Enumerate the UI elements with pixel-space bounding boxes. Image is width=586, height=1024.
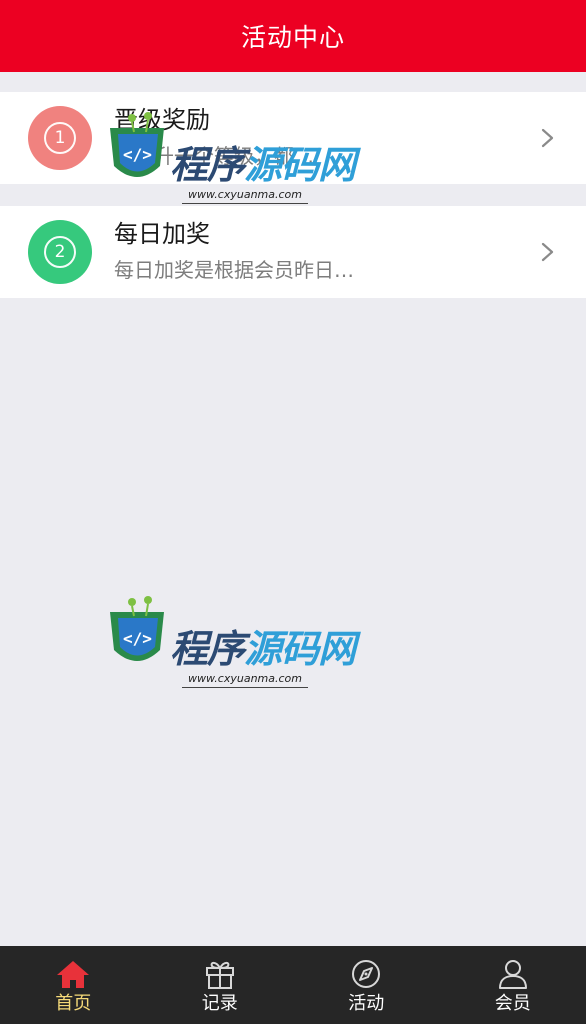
- activity-title: 晋级奖励: [114, 106, 210, 134]
- badge-number: 1: [44, 122, 76, 154]
- watermark: </> 程序源码网 www.cxyuanma.com: [104, 592, 356, 712]
- activity-description: 每晋升一个等级，都…: [114, 144, 314, 168]
- tab-records[interactable]: 记录: [147, 946, 294, 1024]
- tab-label: 记录: [201, 993, 238, 1014]
- home-icon: [57, 961, 90, 988]
- watermark-text: 程序源码网: [170, 627, 356, 671]
- tab-label: 会员: [494, 993, 531, 1014]
- bottom-tab-bar: 首页 记录 活动 会员: [0, 946, 586, 1024]
- page-title: 活动中心: [240, 23, 345, 52]
- watermark-url: www.cxyuanma.com: [182, 672, 308, 688]
- chevron-right-icon: [541, 242, 554, 262]
- tab-label: 首页: [55, 993, 92, 1014]
- number-badge-1: 1: [28, 106, 92, 170]
- badge-number: 2: [44, 236, 76, 268]
- app-header: 活动中心: [0, 0, 586, 72]
- compass-icon: [352, 960, 381, 988]
- activity-text: 晋级奖励 每晋升一个等级，都…: [114, 104, 514, 170]
- user-icon: [498, 960, 527, 989]
- tab-label: 活动: [348, 993, 385, 1014]
- watermark-logo-icon: </>: [110, 596, 164, 661]
- activity-item-daily-bonus[interactable]: 2 每日加奖 每日加奖是根据会员昨日…: [0, 206, 586, 298]
- activity-description: 每日加奖是根据会员昨日…: [114, 258, 354, 282]
- activity-text: 每日加奖 每日加奖是根据会员昨日…: [114, 218, 514, 284]
- tab-home[interactable]: 首页: [0, 946, 147, 1024]
- chevron-right-icon: [541, 128, 554, 148]
- tab-member[interactable]: 会员: [440, 946, 586, 1024]
- watermark-url: www.cxyuanma.com: [182, 188, 308, 204]
- number-badge-2: 2: [28, 220, 92, 284]
- gift-icon: [205, 961, 234, 989]
- svg-text:</>: </>: [123, 629, 152, 648]
- activity-title: 每日加奖: [114, 220, 210, 248]
- tab-activities[interactable]: 活动: [293, 946, 440, 1024]
- activity-item-promotion-reward[interactable]: 1 晋级奖励 每晋升一个等级，都…: [0, 92, 586, 184]
